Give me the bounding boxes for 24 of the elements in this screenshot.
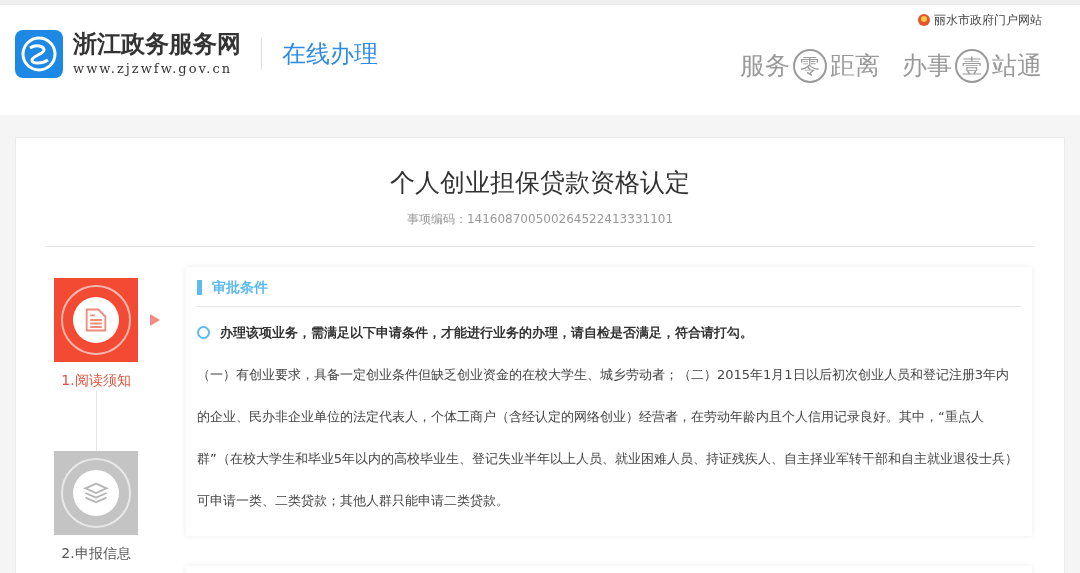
slogan-text: 站通 (992, 50, 1042, 82)
slogan-circled-character: 零 (793, 48, 827, 83)
slogan-text: 办事 (902, 50, 952, 82)
slogan-circled-character: 壹 (955, 48, 989, 83)
condition-checkbox[interactable] (197, 325, 210, 339)
portal-link[interactable]: 丽水市政府门户网站 (934, 11, 1042, 29)
step-tile[interactable] (54, 277, 138, 362)
slogan-text: 服务 (740, 50, 790, 82)
step-label: 1.阅读须知 (61, 370, 131, 390)
emblem-icon (917, 13, 931, 27)
section-title: 在线办理 (282, 38, 378, 70)
item-code: 事项编码：141608700500264522413331101 (406, 210, 674, 228)
heading-marker (197, 279, 202, 295)
site-url: www.zjzwfw.gov.cn (73, 60, 234, 78)
site-name: 浙江政务服务网 (73, 29, 241, 59)
notice-text: 办理该项业务，需满足以下申请条件，才能进行业务的办理，请自检是否满足，符合请打勾。 (220, 323, 753, 342)
slogan-text: 距离 (830, 50, 880, 82)
panel-heading: 审批条件 (212, 277, 268, 297)
step-tile[interactable] (54, 450, 138, 535)
step-label: 2.申报信息 (61, 543, 131, 563)
conditions-text: （一）有创业要求，具备一定创业条件但缺乏创业资金的在校大学生、城乡劳动者；（二）2015年1月1日以后初次创业人员和登记注册3年内的企业、民办非企业单位的法定代表人，个体工商户（含经认定的网络创业）经营者，在劳动年龄内且个人信用记录良好。其中，“重点人群”（在校大学生和毕业5年以内的高校毕业生、登记失业半年以上人员、就业困难人员、持证残疾人、自主择业军转干部和自主就业退役士兵）可申请一类、二类贷款；其他人群只能申请二类贷款。 (197, 366, 1019, 510)
page-title: 个人创业担保贷款资格认定 (390, 167, 690, 199)
logo-icon (15, 29, 63, 78)
pointer-icon (150, 313, 160, 326)
